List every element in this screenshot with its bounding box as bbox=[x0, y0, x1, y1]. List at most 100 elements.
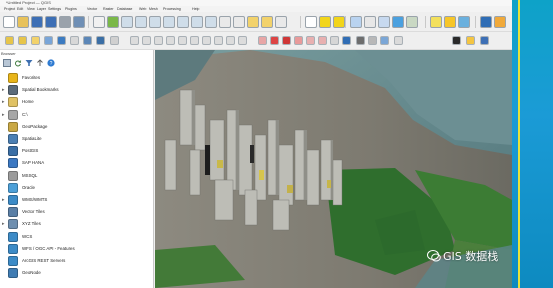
new-3d-view-icon[interactable] bbox=[233, 16, 245, 28]
python-console-icon[interactable] bbox=[466, 36, 475, 45]
browser-item-label: GeoNode bbox=[22, 270, 41, 276]
copy-icon[interactable] bbox=[202, 36, 211, 45]
processing-icon[interactable] bbox=[342, 36, 351, 45]
filter-icon[interactable] bbox=[25, 59, 33, 67]
undo-icon[interactable] bbox=[226, 36, 235, 45]
open-data-source-icon[interactable] bbox=[18, 36, 27, 45]
redo-icon[interactable] bbox=[238, 36, 247, 45]
graph-icon[interactable] bbox=[394, 36, 403, 45]
pan-to-selection-icon[interactable] bbox=[107, 16, 119, 28]
zoom-selection-icon[interactable] bbox=[177, 16, 189, 28]
add-raster-icon[interactable] bbox=[44, 36, 53, 45]
browser-item[interactable]: ▸ XYZ Tiles bbox=[0, 218, 154, 230]
field-calc-icon[interactable] bbox=[350, 16, 362, 28]
text-annotation-icon[interactable] bbox=[430, 16, 442, 28]
browser-item[interactable]: GeoPackage bbox=[0, 121, 154, 133]
vertex-tool-icon[interactable] bbox=[166, 36, 175, 45]
add-vector-icon[interactable] bbox=[31, 36, 40, 45]
browser-item[interactable]: WCS bbox=[0, 231, 154, 243]
browser-item[interactable]: Favorites bbox=[0, 72, 154, 84]
zoom-out-icon[interactable] bbox=[135, 16, 147, 28]
label-rotate-icon[interactable] bbox=[306, 36, 315, 45]
plugin-icon[interactable] bbox=[494, 16, 506, 28]
model-icon[interactable] bbox=[380, 36, 389, 45]
browser-item-label: Home bbox=[22, 99, 34, 105]
edit-icon[interactable] bbox=[130, 36, 139, 45]
cut-icon[interactable] bbox=[190, 36, 199, 45]
select-icon[interactable] bbox=[319, 16, 331, 28]
diagram-icon[interactable] bbox=[330, 36, 339, 45]
browser-item[interactable]: ▸ Spatial Bookmarks bbox=[0, 84, 154, 96]
ruler-icon[interactable] bbox=[406, 16, 418, 28]
new-layer-icon[interactable] bbox=[110, 36, 119, 45]
add-delimited-icon[interactable] bbox=[70, 36, 79, 45]
open-project-icon[interactable] bbox=[17, 16, 29, 28]
history-icon[interactable] bbox=[368, 36, 377, 45]
collapse-all-icon[interactable] bbox=[36, 59, 44, 67]
zoom-in-icon[interactable] bbox=[121, 16, 133, 28]
expand-arrow-icon[interactable]: ▸ bbox=[2, 87, 5, 93]
attribute-table-icon[interactable] bbox=[364, 16, 376, 28]
add-postgis-icon[interactable] bbox=[96, 36, 105, 45]
save-as-icon[interactable] bbox=[45, 16, 57, 28]
zoom-full-icon[interactable] bbox=[149, 16, 161, 28]
expand-arrow-icon[interactable]: ▸ bbox=[2, 221, 5, 227]
add-selected-layers-icon[interactable] bbox=[3, 59, 11, 67]
browser-item[interactable]: SpatiaLite bbox=[0, 133, 154, 145]
zoom-last-icon[interactable] bbox=[191, 16, 203, 28]
label-move-icon[interactable] bbox=[294, 36, 303, 45]
label-highlight-icon[interactable] bbox=[282, 36, 291, 45]
label-change-icon[interactable] bbox=[318, 36, 327, 45]
browser-item[interactable]: MSSQL bbox=[0, 170, 154, 182]
label-icon[interactable] bbox=[258, 36, 267, 45]
new-map-view-icon[interactable] bbox=[219, 16, 231, 28]
zoom-layer-icon[interactable] bbox=[163, 16, 175, 28]
expand-arrow-icon[interactable]: ▸ bbox=[2, 112, 5, 118]
expand-arrow-icon[interactable]: ▸ bbox=[2, 99, 5, 105]
layer-style-icon[interactable] bbox=[458, 16, 470, 28]
browser-item[interactable]: ArcGIS REST Servers bbox=[0, 255, 154, 267]
print-layout-icon[interactable] bbox=[59, 16, 71, 28]
tips-icon[interactable] bbox=[444, 16, 456, 28]
bookmark-icon bbox=[8, 85, 18, 96]
help-icon[interactable]: ? bbox=[47, 59, 55, 67]
browser-item[interactable]: Vector Tiles bbox=[0, 206, 154, 218]
python-icon[interactable] bbox=[480, 16, 492, 28]
add-spatialite-icon[interactable] bbox=[83, 36, 92, 45]
statistics-icon[interactable] bbox=[378, 16, 390, 28]
paste-icon[interactable] bbox=[214, 36, 223, 45]
refresh-icon[interactable] bbox=[14, 59, 22, 67]
plugin-manager-icon[interactable] bbox=[480, 36, 489, 45]
label-pin-icon[interactable] bbox=[270, 36, 279, 45]
browser-item[interactable]: ▸ C:\ bbox=[0, 109, 154, 121]
bookmark-icon[interactable] bbox=[247, 16, 259, 28]
save-project-icon[interactable] bbox=[31, 16, 43, 28]
zoom-next-icon[interactable] bbox=[205, 16, 217, 28]
watermark-text: GIS 数据栈 bbox=[443, 250, 499, 263]
digitize-icon[interactable] bbox=[154, 36, 163, 45]
refresh-icon[interactable] bbox=[275, 16, 287, 28]
layout-manager-icon[interactable] bbox=[73, 16, 85, 28]
delete-icon[interactable] bbox=[178, 36, 187, 45]
save-edits-icon[interactable] bbox=[142, 36, 151, 45]
browser-item[interactable]: WFS / OGC API - Features bbox=[0, 243, 154, 255]
browser-item[interactable]: ▸ WMS/WMTS bbox=[0, 194, 154, 206]
expand-arrow-icon[interactable]: ▸ bbox=[2, 197, 5, 203]
pan-icon[interactable] bbox=[93, 16, 105, 28]
browser-item[interactable]: Oracle bbox=[0, 182, 154, 194]
browser-item[interactable]: SAP HANA bbox=[0, 157, 154, 169]
layer-symbology-icon[interactable] bbox=[5, 36, 14, 45]
browser-item[interactable]: ▸ Home bbox=[0, 96, 154, 108]
deselect-icon[interactable] bbox=[333, 16, 345, 28]
browser-item[interactable]: PostGIS bbox=[0, 145, 154, 157]
new-project-icon[interactable] bbox=[3, 16, 15, 28]
browser-item[interactable]: GeoNode bbox=[0, 267, 154, 279]
sum-icon[interactable] bbox=[392, 16, 404, 28]
show-bookmarks-icon[interactable] bbox=[261, 16, 273, 28]
toolbox-icon[interactable] bbox=[356, 36, 365, 45]
add-mesh-icon[interactable] bbox=[57, 36, 66, 45]
locator-icon[interactable] bbox=[452, 36, 461, 45]
browser-item-label: SpatiaLite bbox=[22, 136, 42, 141]
identify-icon[interactable] bbox=[305, 16, 317, 28]
toolbar-separator bbox=[475, 16, 476, 28]
